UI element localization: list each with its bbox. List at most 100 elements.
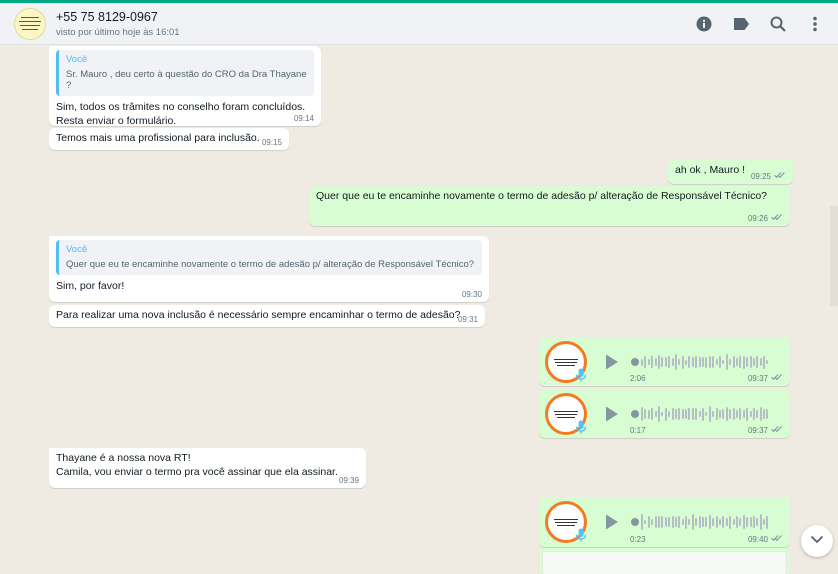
microphone-icon <box>575 368 587 382</box>
waveform-bar <box>644 355 647 369</box>
waveform-bar <box>695 518 698 526</box>
waveform-bar <box>674 516 677 528</box>
audio-message[interactable]: 0:23 09:40 <box>539 497 790 547</box>
waveform-bar <box>729 359 732 365</box>
playback-position-dot[interactable] <box>631 518 639 526</box>
quote-text: Quer que eu te encaminhe novamente o ter… <box>66 259 475 270</box>
waveform-bar <box>671 358 674 366</box>
waveform-bar <box>685 359 688 365</box>
waveform-bar <box>644 519 647 525</box>
waveform-bar <box>681 519 684 525</box>
waveform-bar <box>722 359 725 365</box>
scrollbar[interactable] <box>830 206 838 306</box>
waveform-bar <box>759 406 762 422</box>
read-receipt-icon <box>774 171 786 181</box>
message-bubble[interactable]: Para realizar uma nova inclusão é necess… <box>49 305 485 327</box>
waveform-bar <box>657 354 660 370</box>
waveform-bar <box>732 408 735 420</box>
play-icon[interactable] <box>601 404 621 424</box>
sender-avatar <box>545 501 587 543</box>
waveform-bar <box>688 408 691 420</box>
waveform-bar <box>685 409 688 419</box>
message-bubble[interactable]: Temos mais uma profissional para inclusã… <box>49 128 289 150</box>
quoted-message[interactable]: Você Quer que eu te encaminhe novamente … <box>56 240 482 275</box>
message-bubble[interactable]: Você Sr. Mauro , deu certo à questão do … <box>49 46 321 127</box>
search-icon[interactable] <box>769 15 787 33</box>
audio-waveform[interactable] <box>631 352 770 372</box>
waveform-bar <box>702 356 705 368</box>
waveform-bar <box>746 516 749 528</box>
audio-message[interactable]: 2:06 09:37 <box>539 338 790 386</box>
waveform-bar <box>718 518 721 526</box>
image-message[interactable] <box>539 548 790 574</box>
waveform-bar <box>678 515 681 529</box>
waveform-bar <box>698 516 701 528</box>
play-icon[interactable] <box>601 352 621 372</box>
waveform-bar <box>732 355 735 369</box>
waveform-bar <box>725 407 728 421</box>
audio-message[interactable]: 0:17 09:37 <box>539 390 790 438</box>
waveform-bar <box>664 516 667 528</box>
read-receipt-icon <box>771 425 783 435</box>
message-time: 09:15 <box>261 138 282 147</box>
waveform-bar <box>654 410 657 418</box>
waveform-bar <box>756 355 759 369</box>
waveform-bar <box>742 355 745 369</box>
audio-duration: 0:23 <box>630 535 646 544</box>
waveform-bar <box>668 517 671 527</box>
quote-text: Sr. Mauro , deu certo à questão do CRO d… <box>66 69 307 91</box>
chat-area: Você Sr. Mauro , deu certo à questão do … <box>0 46 838 574</box>
waveform-bar <box>705 411 708 417</box>
sender-avatar <box>545 393 587 435</box>
waveform-bar <box>698 357 701 367</box>
waveform-bar <box>641 514 643 530</box>
audio-waveform[interactable] <box>631 512 770 532</box>
message-text: Thayane é a nossa nova RT! Camila, vou e… <box>56 452 338 478</box>
waveform-bar <box>708 514 711 530</box>
message-bubble[interactable]: Você Quer que eu te encaminhe novamente … <box>49 236 489 302</box>
label-icon[interactable] <box>732 15 750 33</box>
play-icon[interactable] <box>601 512 621 532</box>
info-icon[interactable] <box>695 15 713 33</box>
waveform-bar <box>766 515 769 529</box>
playback-position-dot[interactable] <box>631 358 639 366</box>
waveform-bar <box>756 410 759 418</box>
read-receipt-icon <box>771 213 783 223</box>
waveform-bar <box>715 358 718 366</box>
waveform-bar <box>671 516 674 528</box>
contact-info[interactable]: +55 75 8129-0967 visto por último hoje à… <box>56 10 676 38</box>
message-bubble[interactable]: Quer que eu te encaminhe novamente o ter… <box>309 186 790 226</box>
waveform-bar <box>678 408 681 420</box>
contact-avatar[interactable] <box>14 7 46 40</box>
chat-header: +55 75 8129-0967 visto por último hoje à… <box>0 3 838 45</box>
waveform-bar <box>695 407 698 421</box>
last-seen-status: visto por último hoje às 16:01 <box>56 26 180 38</box>
waveform-bar <box>691 356 694 368</box>
message-bubble[interactable]: Thayane é a nossa nova RT! Camila, vou e… <box>49 448 366 488</box>
waveform-bar <box>691 514 694 530</box>
waveform-bar <box>651 355 654 369</box>
waveform-bar <box>746 357 749 367</box>
waveform-bar <box>732 518 735 526</box>
message-bubble[interactable]: ah ok , Mauro ! 09:25 <box>668 160 793 184</box>
waveform-bar <box>647 515 650 529</box>
waveform-bar <box>698 411 701 417</box>
quote-author: Você <box>66 244 88 255</box>
quote-author: Você <box>66 54 88 65</box>
waveform-bar <box>681 355 684 369</box>
waveform-bar <box>651 518 654 526</box>
message-text: Sim, por favor! <box>56 280 125 292</box>
message-time: 09:37 <box>747 373 768 383</box>
waveform-bar <box>705 356 708 368</box>
waveform-bar <box>759 357 762 367</box>
menu-icon[interactable] <box>806 15 824 33</box>
scroll-to-bottom-button[interactable] <box>801 525 833 557</box>
waveform-bar <box>641 407 643 421</box>
audio-waveform[interactable] <box>631 404 770 424</box>
waveform-bar <box>681 409 684 419</box>
quoted-message[interactable]: Você Sr. Mauro , deu certo à questão do … <box>56 50 314 96</box>
waveform-bar <box>766 359 769 365</box>
sender-avatar <box>545 341 587 383</box>
waveform-bar <box>739 517 742 527</box>
playback-position-dot[interactable] <box>631 410 639 418</box>
